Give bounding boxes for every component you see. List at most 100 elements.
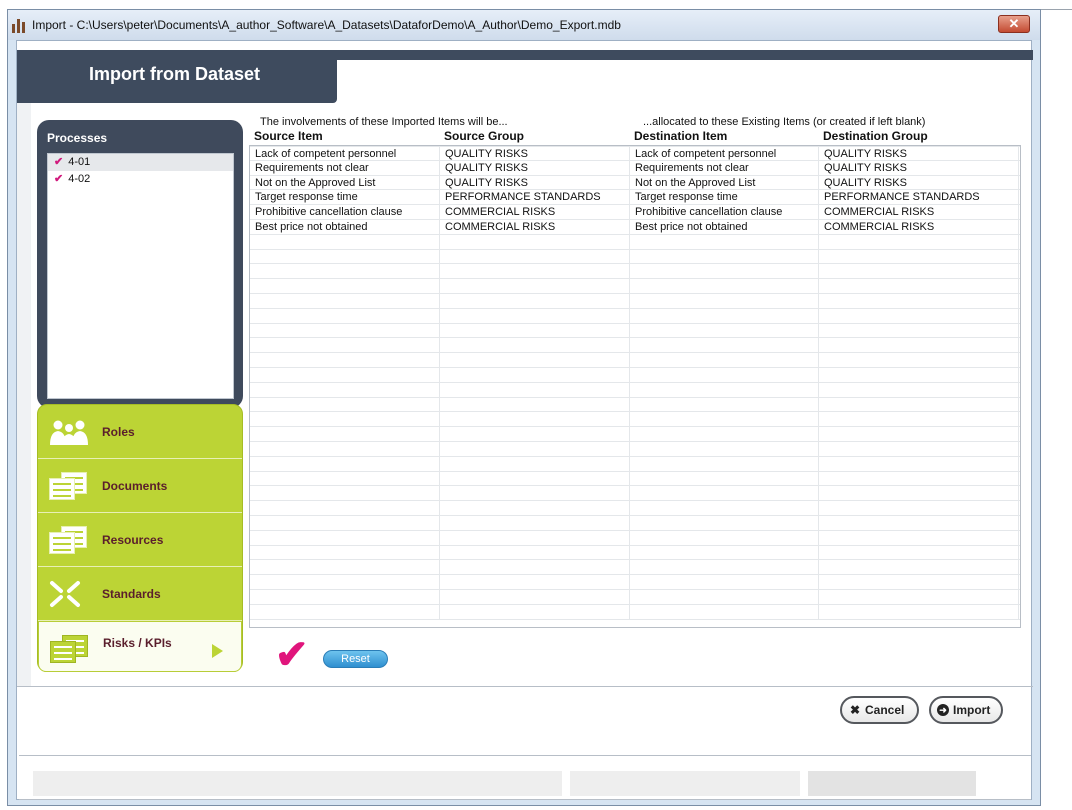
table-cell[interactable]	[630, 486, 819, 502]
table-cell[interactable]: COMMERCIAL RISKS	[819, 205, 1019, 221]
table-cell[interactable]	[630, 604, 819, 620]
table-cell[interactable]	[819, 397, 1019, 413]
table-row[interactable]: Target response time PERFORMANCE STANDARD…	[250, 190, 1020, 206]
table-cell[interactable]	[630, 249, 819, 265]
table-row[interactable]	[250, 353, 1020, 369]
table-row[interactable]	[250, 604, 1020, 620]
table-cell[interactable]	[819, 589, 1019, 605]
table-cell[interactable]	[630, 545, 819, 561]
table-cell[interactable]	[819, 338, 1019, 354]
table-cell[interactable]	[819, 560, 1019, 576]
table-cell[interactable]	[630, 293, 819, 309]
table-cell[interactable]: Not on the Approved List	[630, 175, 819, 191]
table-cell[interactable]	[819, 234, 1019, 250]
cancel-button[interactable]: ✖ Cancel	[840, 696, 919, 724]
table-row[interactable]	[250, 456, 1020, 472]
table-cell[interactable]: Target response time	[630, 190, 819, 206]
table-row[interactable]	[250, 515, 1020, 531]
table-cell[interactable]	[630, 560, 819, 576]
table-row[interactable]	[250, 412, 1020, 428]
table-row[interactable]	[250, 249, 1020, 265]
table-row[interactable]	[250, 338, 1020, 354]
table-cell[interactable]	[630, 279, 819, 295]
table-cell[interactable]	[630, 530, 819, 546]
checkmark-icon[interactable]: ✔	[275, 635, 309, 675]
table-cell[interactable]	[819, 264, 1019, 280]
process-item[interactable]: ✔ 4-02	[48, 171, 233, 188]
table-cell[interactable]	[630, 308, 819, 324]
table-cell[interactable]: PERFORMANCE STANDARDS	[819, 190, 1019, 206]
table-cell[interactable]: Prohibitive cancellation clause	[630, 205, 819, 221]
table-cell[interactable]	[819, 367, 1019, 383]
title-bar[interactable]: Import - C:\Users\peter\Documents\A_auth…	[8, 10, 1040, 40]
table-row[interactable]: Requirements not clear QUALITY RISKS Requi…	[250, 160, 1020, 176]
table-row[interactable]	[250, 397, 1020, 413]
table-cell[interactable]	[819, 530, 1019, 546]
process-item[interactable]: ✔ 4-01	[48, 154, 233, 171]
table-cell[interactable]: Requirements not clear	[630, 160, 819, 176]
table-cell[interactable]	[819, 604, 1019, 620]
table-cell[interactable]	[630, 412, 819, 428]
table-row[interactable]: Best price not obtained COMMERCIAL RISKS B…	[250, 219, 1020, 235]
table-row[interactable]	[250, 471, 1020, 487]
table-row[interactable]	[250, 427, 1020, 443]
table-cell[interactable]	[819, 427, 1019, 443]
nav-item-risks-kpis[interactable]: Risks / KPIs	[38, 621, 242, 672]
reset-button[interactable]: Reset	[323, 650, 388, 668]
table-row[interactable]	[250, 293, 1020, 309]
table-row[interactable]	[250, 264, 1020, 280]
table-cell[interactable]	[630, 471, 819, 487]
table-cell[interactable]	[819, 308, 1019, 324]
table-cell[interactable]	[630, 397, 819, 413]
table-row[interactable]	[250, 560, 1020, 576]
nav-item-documents[interactable]: Documents	[38, 459, 242, 513]
table-cell[interactable]	[630, 515, 819, 531]
table-row[interactable]: Lack of competent personnel QUALITY RISKS…	[250, 146, 1020, 162]
table-row[interactable]	[250, 501, 1020, 517]
table-cell[interactable]: COMMERCIAL RISKS	[819, 219, 1019, 235]
close-button[interactable]: ✕	[998, 15, 1030, 33]
table-cell[interactable]	[630, 323, 819, 339]
table-cell[interactable]: QUALITY RISKS	[819, 160, 1019, 176]
table-cell[interactable]	[630, 456, 819, 472]
table-cell[interactable]	[630, 264, 819, 280]
table-cell[interactable]	[819, 515, 1019, 531]
nav-item-roles[interactable]: Roles	[38, 405, 242, 459]
table-row[interactable]	[250, 323, 1020, 339]
table-cell[interactable]	[819, 353, 1019, 369]
table-row[interactable]	[250, 367, 1020, 383]
table-cell[interactable]: Best price not obtained	[630, 219, 819, 235]
table-row[interactable]	[250, 575, 1020, 591]
table-row[interactable]	[250, 308, 1020, 324]
table-row[interactable]	[250, 382, 1020, 398]
table-cell[interactable]	[819, 545, 1019, 561]
table-cell[interactable]	[819, 249, 1019, 265]
nav-item-resources[interactable]: Resources	[38, 513, 242, 567]
table-row[interactable]	[250, 545, 1020, 561]
table-cell[interactable]	[630, 382, 819, 398]
table-cell[interactable]	[630, 441, 819, 457]
table-row[interactable]	[250, 589, 1020, 605]
table-cell[interactable]: QUALITY RISKS	[819, 147, 1019, 162]
table-cell[interactable]	[630, 353, 819, 369]
mapping-table[interactable]: Lack of competent personnel QUALITY RISKS…	[249, 145, 1021, 628]
table-row[interactable]	[250, 441, 1020, 457]
table-cell[interactable]	[819, 456, 1019, 472]
table-cell[interactable]	[819, 575, 1019, 591]
processes-list[interactable]: ✔ 4-01 ✔ 4-02	[47, 153, 234, 399]
table-cell[interactable]	[819, 279, 1019, 295]
table-cell[interactable]: QUALITY RISKS	[819, 175, 1019, 191]
table-cell[interactable]	[819, 441, 1019, 457]
table-cell[interactable]	[819, 293, 1019, 309]
table-cell[interactable]	[630, 367, 819, 383]
table-cell[interactable]	[630, 338, 819, 354]
table-cell[interactable]: Lack of competent personnel	[630, 147, 819, 162]
table-cell[interactable]	[630, 575, 819, 591]
nav-item-standards[interactable]: Standards	[38, 567, 242, 621]
table-row[interactable]	[250, 530, 1020, 546]
table-cell[interactable]	[819, 323, 1019, 339]
table-cell[interactable]	[630, 501, 819, 517]
table-cell[interactable]	[630, 589, 819, 605]
table-row[interactable]	[250, 486, 1020, 502]
import-button[interactable]: ➜ Import	[929, 696, 1003, 724]
